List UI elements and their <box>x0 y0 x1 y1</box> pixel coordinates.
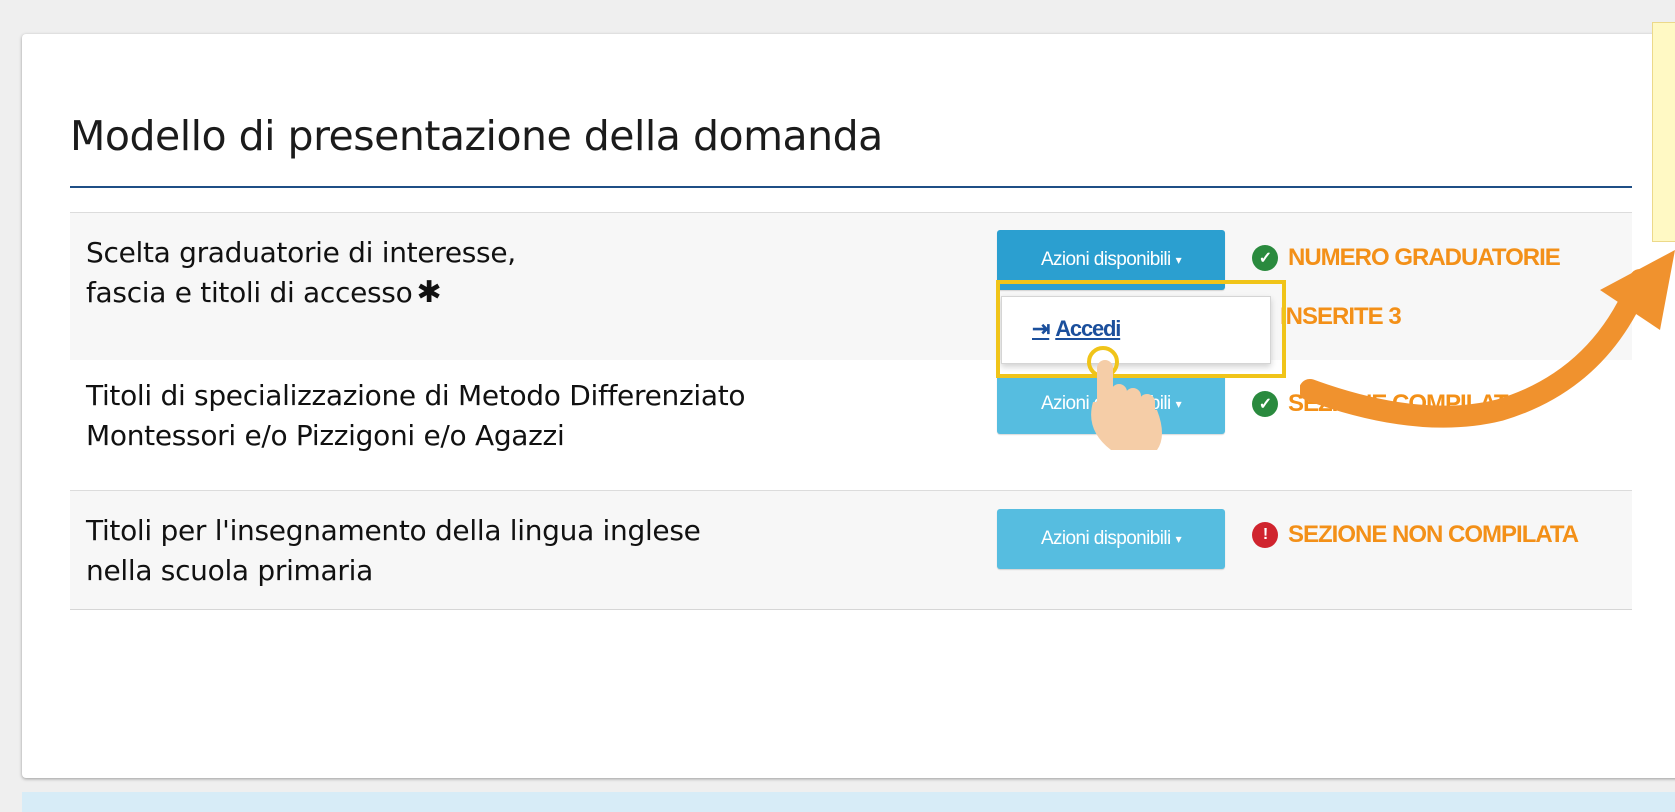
title-divider <box>70 186 1632 188</box>
status-badge: ! SEZIONE NON COMPILATA <box>1252 521 1579 549</box>
section-row-lingua-inglese: Titoli per l'insegnamento della lingua i… <box>70 490 1632 610</box>
tutorial-arrow-icon <box>1300 250 1675 428</box>
pointing-hand-icon <box>1087 346 1162 450</box>
row-label: Titoli per l'insegnamento della lingua i… <box>86 514 701 587</box>
page-title: Modello di presentazione della domanda <box>70 112 883 160</box>
check-circle-icon: ✓ <box>1252 245 1278 271</box>
tutorial-note <box>1652 22 1675 242</box>
check-circle-icon: ✓ <box>1252 391 1278 417</box>
caret-down-icon: ▾ <box>1175 532 1182 546</box>
error-circle-icon: ! <box>1252 522 1278 548</box>
required-asterisk-icon: ✱ <box>416 275 442 310</box>
info-banner-edge <box>22 792 1675 812</box>
actions-dropdown-button[interactable]: Azioni disponibili▾ <box>997 509 1225 569</box>
caret-down-icon: ▾ <box>1175 253 1182 267</box>
row-label: Scelta graduatorie di interesse, fascia … <box>86 236 516 310</box>
row-label: Titoli di specializzazione di Metodo Dif… <box>86 379 746 452</box>
